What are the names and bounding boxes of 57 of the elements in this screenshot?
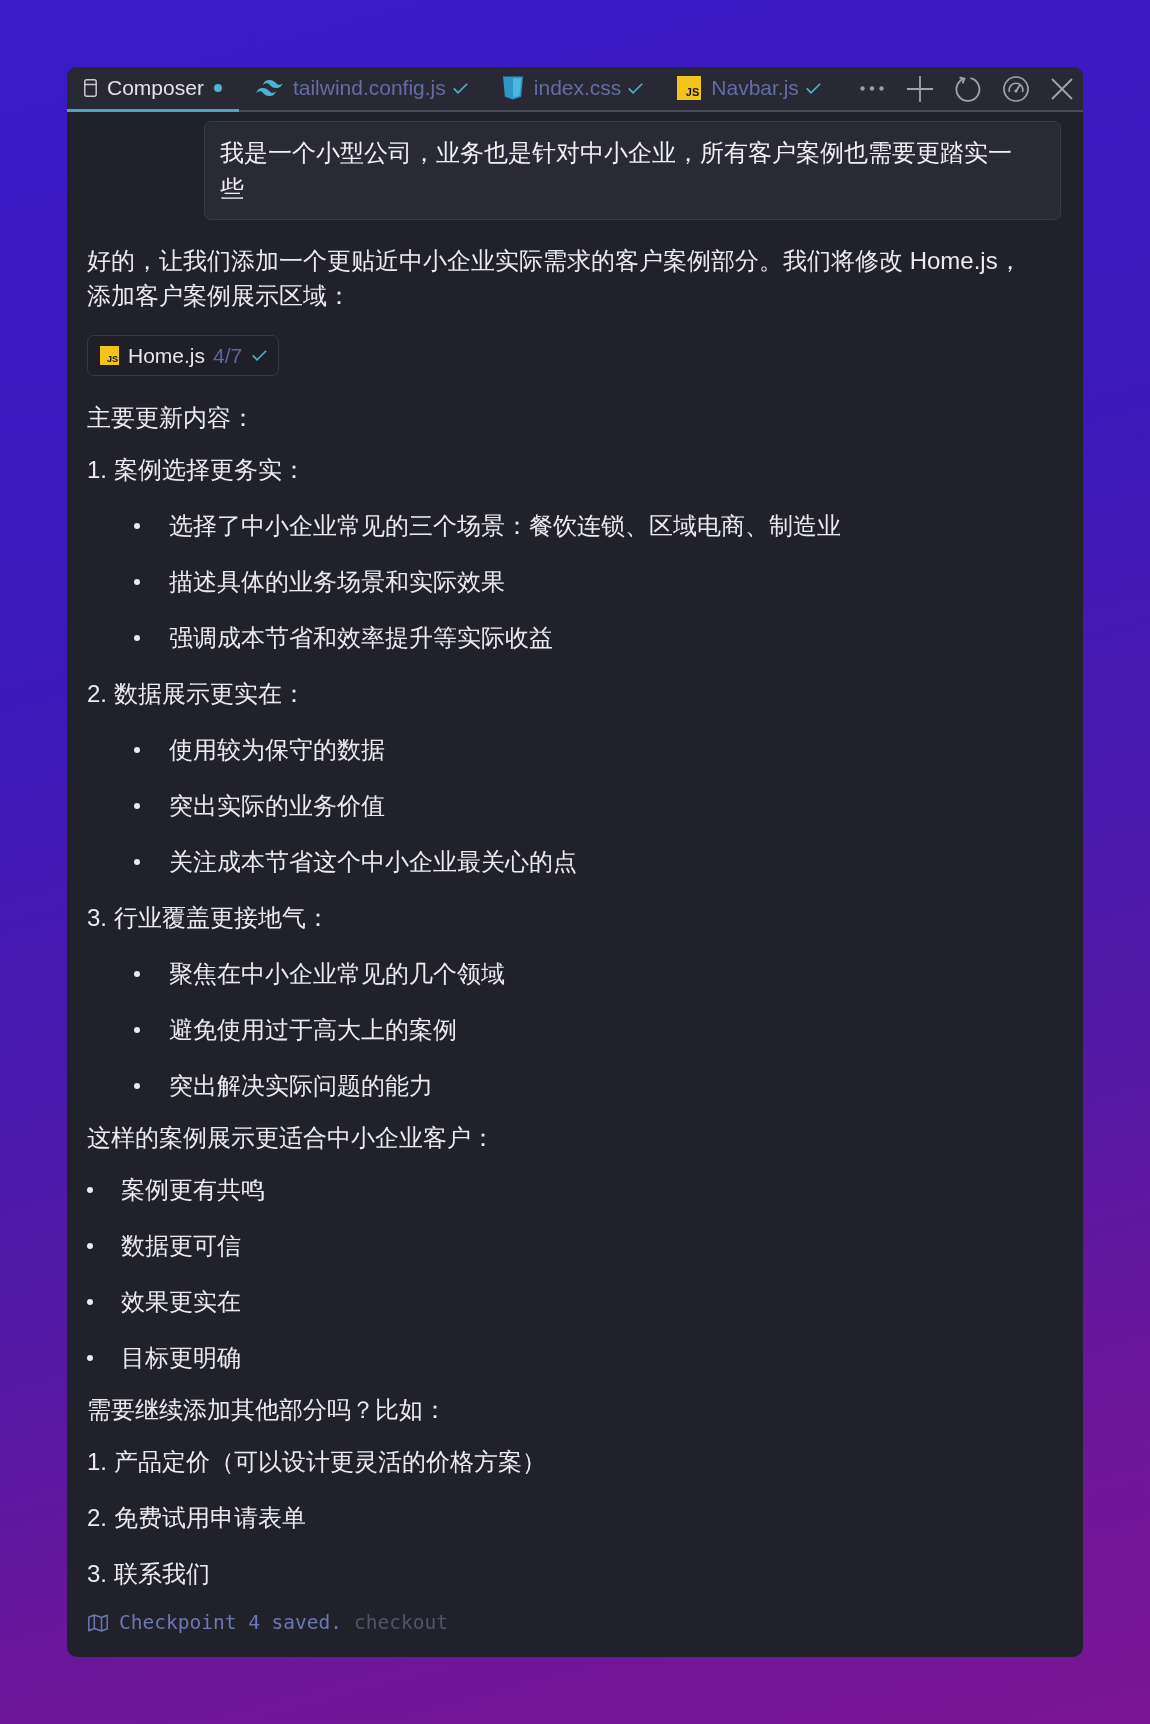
bullet-icon — [87, 1186, 93, 1193]
tab[interactable]: Composer — [67, 67, 239, 112]
shield-icon — [501, 76, 524, 100]
list-item: 突出实际的业务价值 — [169, 791, 385, 821]
more-icon — [860, 86, 884, 91]
bullet-icon — [134, 578, 140, 585]
list-item: 1. 产品定价（可以设计更灵活的价格方案） — [87, 1447, 547, 1477]
refresh-icon — [955, 75, 981, 102]
list-item: 2. 数据展示更实在： — [87, 679, 307, 709]
bullet-icon — [134, 802, 140, 809]
list-item: 聚焦在中小企业常见的几个领域 — [169, 959, 505, 989]
close-button[interactable] — [1051, 75, 1073, 102]
notebook-icon — [84, 79, 97, 97]
bullet-icon — [87, 1242, 93, 1249]
list-item: 3. 联系我们 — [87, 1559, 211, 1589]
js-file-badge: JS — [100, 346, 119, 365]
list-item: 描述具体的业务场景和实际效果 — [169, 567, 505, 597]
tab[interactable]: JS Navbar.js — [660, 67, 838, 112]
file-chip[interactable]: JS Home.js 4/7 — [87, 335, 280, 376]
paragraph: 主要更新内容： — [87, 403, 256, 433]
list-item: 案例更有共鸣 — [121, 1175, 265, 1205]
list-item: 3. 行业覆盖更接地气： — [87, 903, 331, 933]
bullet-icon — [134, 970, 140, 977]
bullet-icon — [134, 746, 140, 753]
user-message-bubble: 我是一个小型公司，业务也是针对中小企业，所有客户案例也需要更踏实一些 — [204, 121, 1061, 220]
wave-logo-icon — [255, 80, 283, 96]
gauge-icon — [1003, 75, 1029, 102]
progress-count: 4/7 — [213, 345, 243, 366]
paragraph: 好的，让我们添加一个更贴近中小企业实际需求的客户案例部分。我们将修改 Home.js，添加客户案例展示区域： — [87, 246, 1023, 311]
bullet-icon — [87, 1354, 93, 1361]
gauge-button[interactable] — [1003, 75, 1029, 102]
bullet-icon — [134, 858, 140, 865]
close-icon — [1051, 77, 1073, 100]
bullet-icon — [134, 1082, 140, 1089]
map-icon — [88, 1614, 108, 1632]
list-item: 数据更可信 — [121, 1231, 241, 1261]
plus-icon — [907, 75, 933, 102]
checkpoint-status: Checkpoint 4 saved. — [119, 1610, 343, 1637]
bullet-icon — [87, 1298, 93, 1305]
bullet-icon — [134, 634, 140, 641]
list-item: 突出解决实际问题的能力 — [169, 1071, 433, 1101]
paragraph: 这样的案例展示更适合中小企业客户： — [87, 1123, 496, 1153]
paragraph: 需要继续添加其他部分吗？比如： — [87, 1395, 448, 1425]
js-file-badge: JS — [677, 76, 702, 100]
list-item: 使用较为保守的数据 — [169, 735, 385, 765]
list-item: 目标更明确 — [121, 1343, 241, 1373]
bullet-icon — [134, 1026, 140, 1033]
list-item: 选择了中小企业常见的三个场景：餐饮连锁、区域电商、制造业 — [169, 511, 841, 541]
list-item: 避免使用过于高大上的案例 — [169, 1015, 457, 1045]
list-item: 关注成本节省这个中小企业最关心的点 — [169, 847, 577, 877]
list-item: 强调成本节省和效率提升等实际收益 — [169, 623, 553, 653]
list-item: 1. 案例选择更务实： — [87, 455, 307, 485]
list-item: 2. 免费试用申请表单 — [87, 1503, 307, 1533]
bullet-icon — [134, 522, 140, 529]
refresh-button[interactable] — [955, 75, 981, 102]
list-item: 效果更实在 — [121, 1287, 241, 1317]
add-button[interactable] — [907, 75, 933, 102]
